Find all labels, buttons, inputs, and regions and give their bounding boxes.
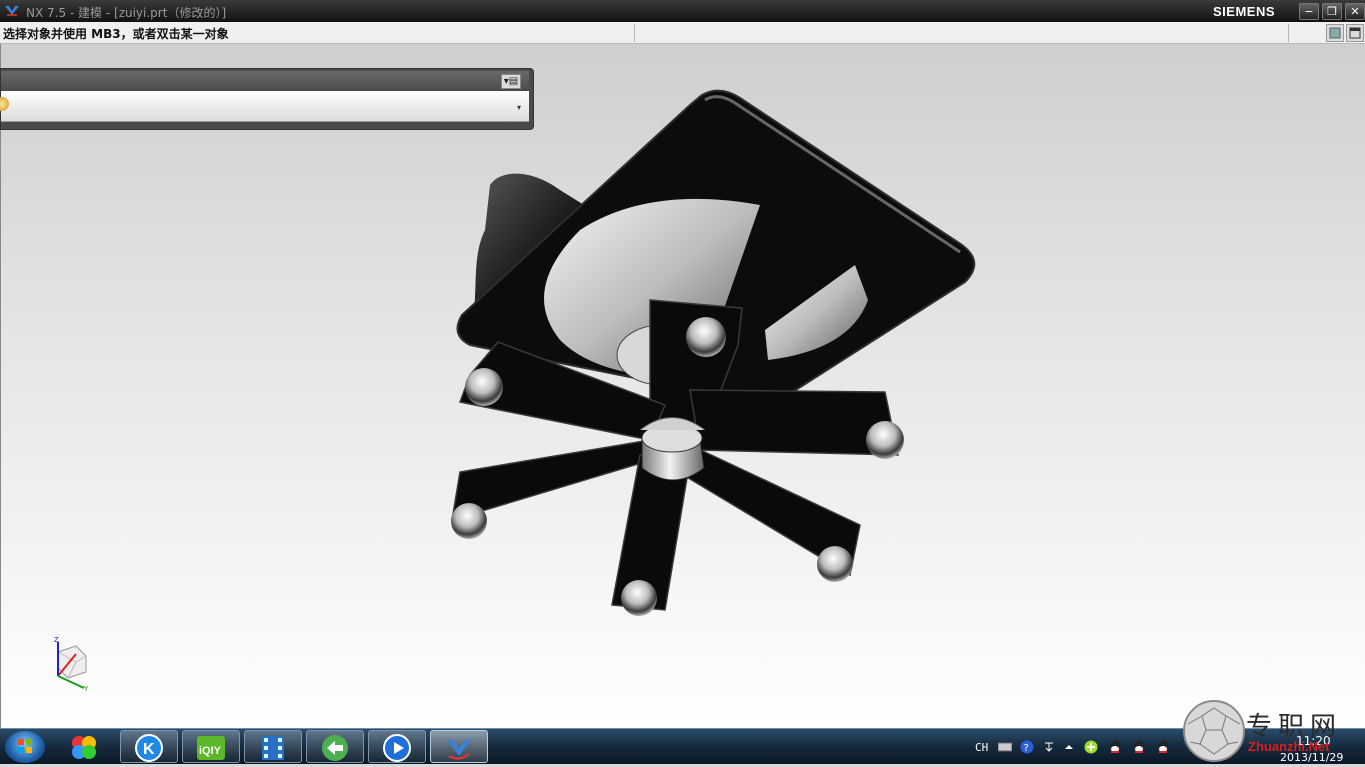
caster-left: [465, 368, 503, 406]
k-icon: K: [135, 734, 163, 762]
svg-text:?: ?: [1024, 743, 1029, 754]
qq-icon[interactable]: [1108, 740, 1122, 754]
help-icon[interactable]: ?: [1020, 740, 1034, 754]
chevron-down-icon: ▾: [516, 103, 521, 112]
iqiyi-icon: iQIY: [197, 736, 225, 760]
start-button[interactable]: [5, 731, 45, 763]
taskbar: K iQIY CH ? 11:20 2013/11/29: [0, 728, 1365, 764]
film-icon: [262, 736, 284, 760]
selection-bar-header: ▾▤: [1, 71, 529, 89]
svg-text:iQIY: iQIY: [199, 745, 222, 757]
windows-logo-icon: [18, 739, 32, 753]
taskbar-app-nx[interactable]: [430, 730, 488, 763]
taskbar-app-media-player[interactable]: [368, 730, 426, 763]
caster-bottom: [621, 580, 657, 616]
show-hidden-icons-icon[interactable]: [1062, 740, 1076, 754]
watermark-text: 专职网: [1246, 712, 1343, 742]
keyboard-icon[interactable]: [998, 740, 1012, 754]
taskbar-app-film[interactable]: [244, 730, 302, 763]
y-axis-line: [57, 675, 85, 689]
pinwheel-icon: [72, 736, 96, 759]
type-filter-dropdown[interactable]: ▾: [0, 91, 529, 122]
view-triad[interactable]: Z Y: [46, 636, 96, 692]
svg-text:K: K: [143, 741, 155, 758]
caster-right: [866, 421, 904, 459]
taskbar-app-iqiyi[interactable]: iQIY: [182, 730, 240, 763]
nx-icon: [447, 740, 471, 760]
caster-lower-right: [817, 546, 853, 582]
caster-lower-left: [451, 503, 487, 539]
qq-icon[interactable]: [1156, 740, 1170, 754]
selection-bar-menu-button[interactable]: ▾▤: [501, 74, 521, 89]
caster-top: [686, 317, 726, 357]
taskbar-app-browser[interactable]: [306, 730, 364, 763]
language-indicator[interactable]: CH: [975, 741, 988, 754]
taskbar-app-picasa[interactable]: [56, 730, 114, 763]
add-icon[interactable]: [1084, 740, 1098, 754]
selection-bar: ▾▤ ▾: [0, 68, 534, 130]
taskbar-app-kugou[interactable]: K: [120, 730, 178, 763]
watermark-url: Zhuanzhi.Net: [1248, 739, 1330, 754]
play-icon: [383, 734, 411, 762]
qq-icon[interactable]: [1132, 740, 1146, 754]
z-axis-label: Z: [54, 636, 59, 644]
globe-icon: [322, 735, 348, 761]
filter-icon: [0, 97, 9, 111]
ime-settings-icon[interactable]: [1042, 740, 1056, 754]
y-axis-label: Y: [83, 685, 89, 692]
